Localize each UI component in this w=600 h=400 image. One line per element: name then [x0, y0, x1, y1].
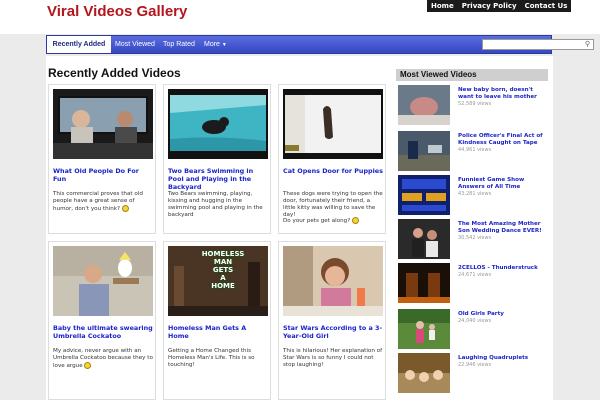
video-title[interactable]: Homeless Man Gets A Home: [168, 324, 268, 340]
video-desc-extra: Do your pets get along?: [283, 217, 383, 225]
sidebar-video-views: 43,281 views: [458, 191, 492, 197]
smiley-icon: [351, 217, 359, 224]
sidebar-video-thumbnail[interactable]: [398, 263, 450, 303]
search-icon[interactable]: ⚲: [583, 40, 592, 49]
sidebar-video-title[interactable]: Laughing Quadruplets: [458, 355, 546, 362]
video-thumbnail[interactable]: [283, 246, 383, 316]
sidebar-video-title[interactable]: New baby born, doesn't want to leave his…: [458, 87, 546, 101]
video-thumbnail[interactable]: HOMELESS MAN GETS A HOME: [168, 246, 268, 316]
thumbnail-caption-line: A: [220, 274, 226, 282]
sidebar-video-title[interactable]: Old Girls Party: [458, 311, 546, 318]
sidebar-video-views: 22,946 views: [458, 362, 492, 368]
tab-top-rated[interactable]: Top Rated: [163, 36, 195, 53]
sidebar-video-views: 24,671 views: [458, 272, 492, 278]
video-title[interactable]: Star Wars According to a 3-Year-Old Girl: [283, 324, 383, 340]
video-desc-text: My advice, never argue with an Umbrella …: [53, 348, 153, 369]
thumbnail-caption: HOMELESS MAN GETS A HOME: [198, 250, 248, 290]
sidebar-video-title[interactable]: The Most Amazing Mother Son Wedding Danc…: [458, 221, 546, 235]
sidebar-video-thumbnail[interactable]: [398, 175, 450, 215]
section-title: Recently Added Videos: [48, 66, 181, 80]
tab-most-viewed[interactable]: Most Viewed: [115, 36, 155, 53]
video-card[interactable]: HOMELESS MAN GETS A HOME Homeless Man Ge…: [163, 241, 271, 400]
video-desc-extra-text: Do your pets get along?: [283, 218, 351, 224]
sidebar-video-views: 30,542 views: [458, 235, 492, 241]
video-card[interactable]: Cat Opens Door for Puppies These dogs we…: [278, 84, 386, 234]
sidebar-video-title[interactable]: Funniest Game Show Answers of All Time: [458, 177, 546, 191]
video-card[interactable]: Baby the ultimate swearing Umbrella Cock…: [48, 241, 156, 400]
caret-down-icon: ▼: [221, 42, 227, 48]
top-links: Home Privacy Policy Contact Us: [427, 0, 572, 12]
sidebar-video-item[interactable]: Old Girls Party 24,040 views: [396, 309, 548, 353]
thumbnail-caption-line: MAN: [213, 258, 233, 266]
nav-bar: Recently Added Most Viewed Top Rated Mor…: [46, 35, 594, 59]
tab-more-label: More: [204, 41, 220, 48]
smiley-icon: [121, 205, 129, 212]
sidebar-video-title[interactable]: Police Officer's Final Act of Kindness C…: [458, 133, 546, 147]
thumbnail-caption-line: GETS: [212, 266, 234, 274]
sidebar-video-thumbnail[interactable]: [398, 131, 450, 171]
sidebar-video-title[interactable]: 2CELLOS - Thunderstruck: [458, 265, 546, 272]
video-card[interactable]: Two Bears Swimming in Pool and Playing i…: [163, 84, 271, 234]
video-title[interactable]: Cat Opens Door for Puppies: [283, 167, 383, 175]
thumbnail-caption-line: HOMELESS: [201, 250, 245, 258]
sidebar-video-item[interactable]: New baby born, doesn't want to leave his…: [396, 85, 548, 129]
video-thumbnail[interactable]: [168, 89, 268, 159]
search-box[interactable]: ⚲: [482, 39, 594, 59]
video-thumbnail[interactable]: [53, 246, 153, 316]
video-desc: This commercial proves that old people h…: [53, 191, 153, 213]
tab-more[interactable]: More ▼: [204, 36, 227, 53]
video-thumbnail[interactable]: [283, 89, 383, 159]
top-link-home[interactable]: Home: [427, 0, 458, 12]
top-link-contact-us[interactable]: Contact Us: [521, 0, 572, 12]
sidebar-title: Most Viewed Videos: [396, 69, 548, 81]
smiley-icon: [84, 362, 92, 369]
sidebar-video-item[interactable]: The Most Amazing Mother Son Wedding Danc…: [396, 219, 548, 263]
sidebar-video-views: 44,961 views: [458, 147, 492, 153]
sidebar-video-item[interactable]: Laughing Quadruplets 22,946 views: [396, 353, 548, 397]
video-title[interactable]: What Old People Do For Fun: [53, 167, 153, 183]
sidebar-video-thumbnail[interactable]: [398, 309, 450, 349]
video-desc: This is hilarious! Her explanation of St…: [283, 348, 383, 368]
video-desc: My advice, never argue with an Umbrella …: [53, 348, 153, 370]
sidebar-video-item[interactable]: 2CELLOS - Thunderstruck 24,671 views: [396, 263, 548, 307]
sidebar-video-item[interactable]: Funniest Game Show Answers of All Time 4…: [396, 175, 548, 219]
video-title[interactable]: Two Bears Swimming in Pool and Playing i…: [168, 167, 268, 191]
sidebar-video-thumbnail[interactable]: [398, 353, 450, 393]
header: Viral Videos Gallery Home Privacy Policy…: [0, 0, 600, 34]
video-thumbnail[interactable]: [53, 89, 153, 159]
video-desc: These dogs were trying to open the door,…: [283, 191, 383, 218]
sidebar-video-thumbnail[interactable]: [398, 85, 450, 125]
video-card[interactable]: Star Wars According to a 3-Year-Old Girl…: [278, 241, 386, 400]
sidebar-video-views: 24,040 views: [458, 318, 492, 324]
sidebar-video-item[interactable]: Police Officer's Final Act of Kindness C…: [396, 131, 548, 175]
video-card[interactable]: What Old People Do For Fun This commerci…: [48, 84, 156, 234]
sidebar-video-thumbnail[interactable]: [398, 219, 450, 259]
thumbnail-caption-line: HOME: [211, 282, 235, 290]
video-desc: Getting a Home Changed this Homeless Man…: [168, 348, 255, 368]
video-desc-text: This commercial proves that old people h…: [53, 191, 143, 212]
video-desc: Two Bears swimming, playing, kissing and…: [168, 191, 263, 218]
video-title[interactable]: Baby the ultimate swearing Umbrella Cock…: [53, 324, 153, 340]
sidebar-video-views: 52,589 views: [458, 101, 492, 107]
top-link-privacy-policy[interactable]: Privacy Policy: [458, 0, 521, 12]
tab-recently-added[interactable]: Recently Added: [47, 36, 111, 53]
site-title[interactable]: Viral Videos Gallery: [47, 3, 187, 20]
